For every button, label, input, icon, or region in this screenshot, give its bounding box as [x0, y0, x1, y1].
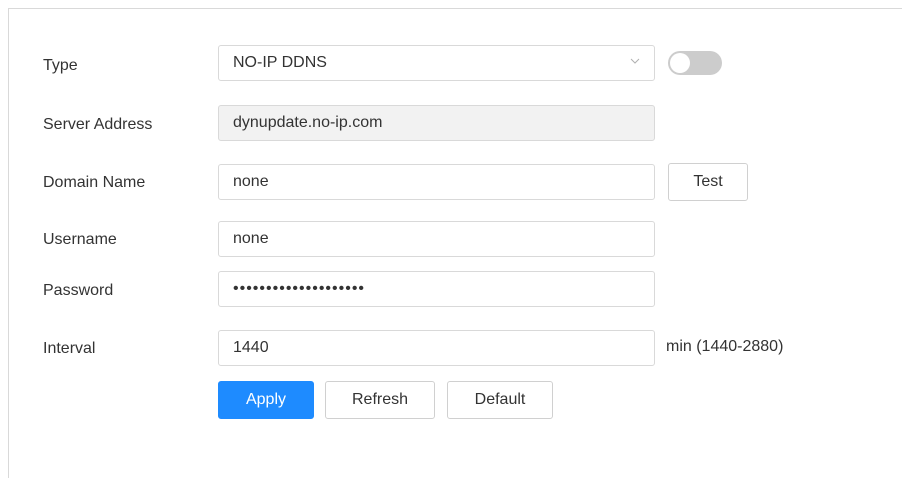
- apply-button[interactable]: Apply: [218, 381, 314, 419]
- refresh-button[interactable]: Refresh: [325, 381, 435, 419]
- type-select[interactable]: NO-IP DDNS: [218, 45, 655, 81]
- interval-value: 1440: [233, 339, 269, 356]
- default-button[interactable]: Default: [447, 381, 553, 419]
- ddns-enable-toggle[interactable]: [668, 51, 722, 75]
- username-label: Username: [43, 231, 117, 248]
- username-input[interactable]: none: [218, 221, 655, 257]
- server-address-value: dynupdate.no-ip.com: [233, 114, 383, 131]
- type-label: Type: [43, 57, 78, 74]
- toggle-knob: [670, 53, 690, 73]
- domain-name-value: none: [233, 173, 269, 190]
- server-address-field: dynupdate.no-ip.com: [218, 105, 655, 141]
- interval-input[interactable]: 1440: [218, 330, 655, 366]
- interval-unit: min (1440-2880): [666, 338, 784, 355]
- server-address-label: Server Address: [43, 116, 153, 133]
- domain-name-label: Domain Name: [43, 174, 146, 191]
- test-button[interactable]: Test: [668, 163, 748, 201]
- type-select-value: NO-IP DDNS: [233, 54, 327, 71]
- chevron-down-icon: [630, 58, 640, 64]
- password-label: Password: [43, 282, 114, 299]
- username-value: none: [233, 230, 269, 247]
- password-value: ••••••••••••••••••••: [233, 280, 366, 297]
- interval-label: Interval: [43, 340, 96, 357]
- domain-name-input[interactable]: none: [218, 164, 655, 200]
- password-input[interactable]: ••••••••••••••••••••: [218, 271, 655, 307]
